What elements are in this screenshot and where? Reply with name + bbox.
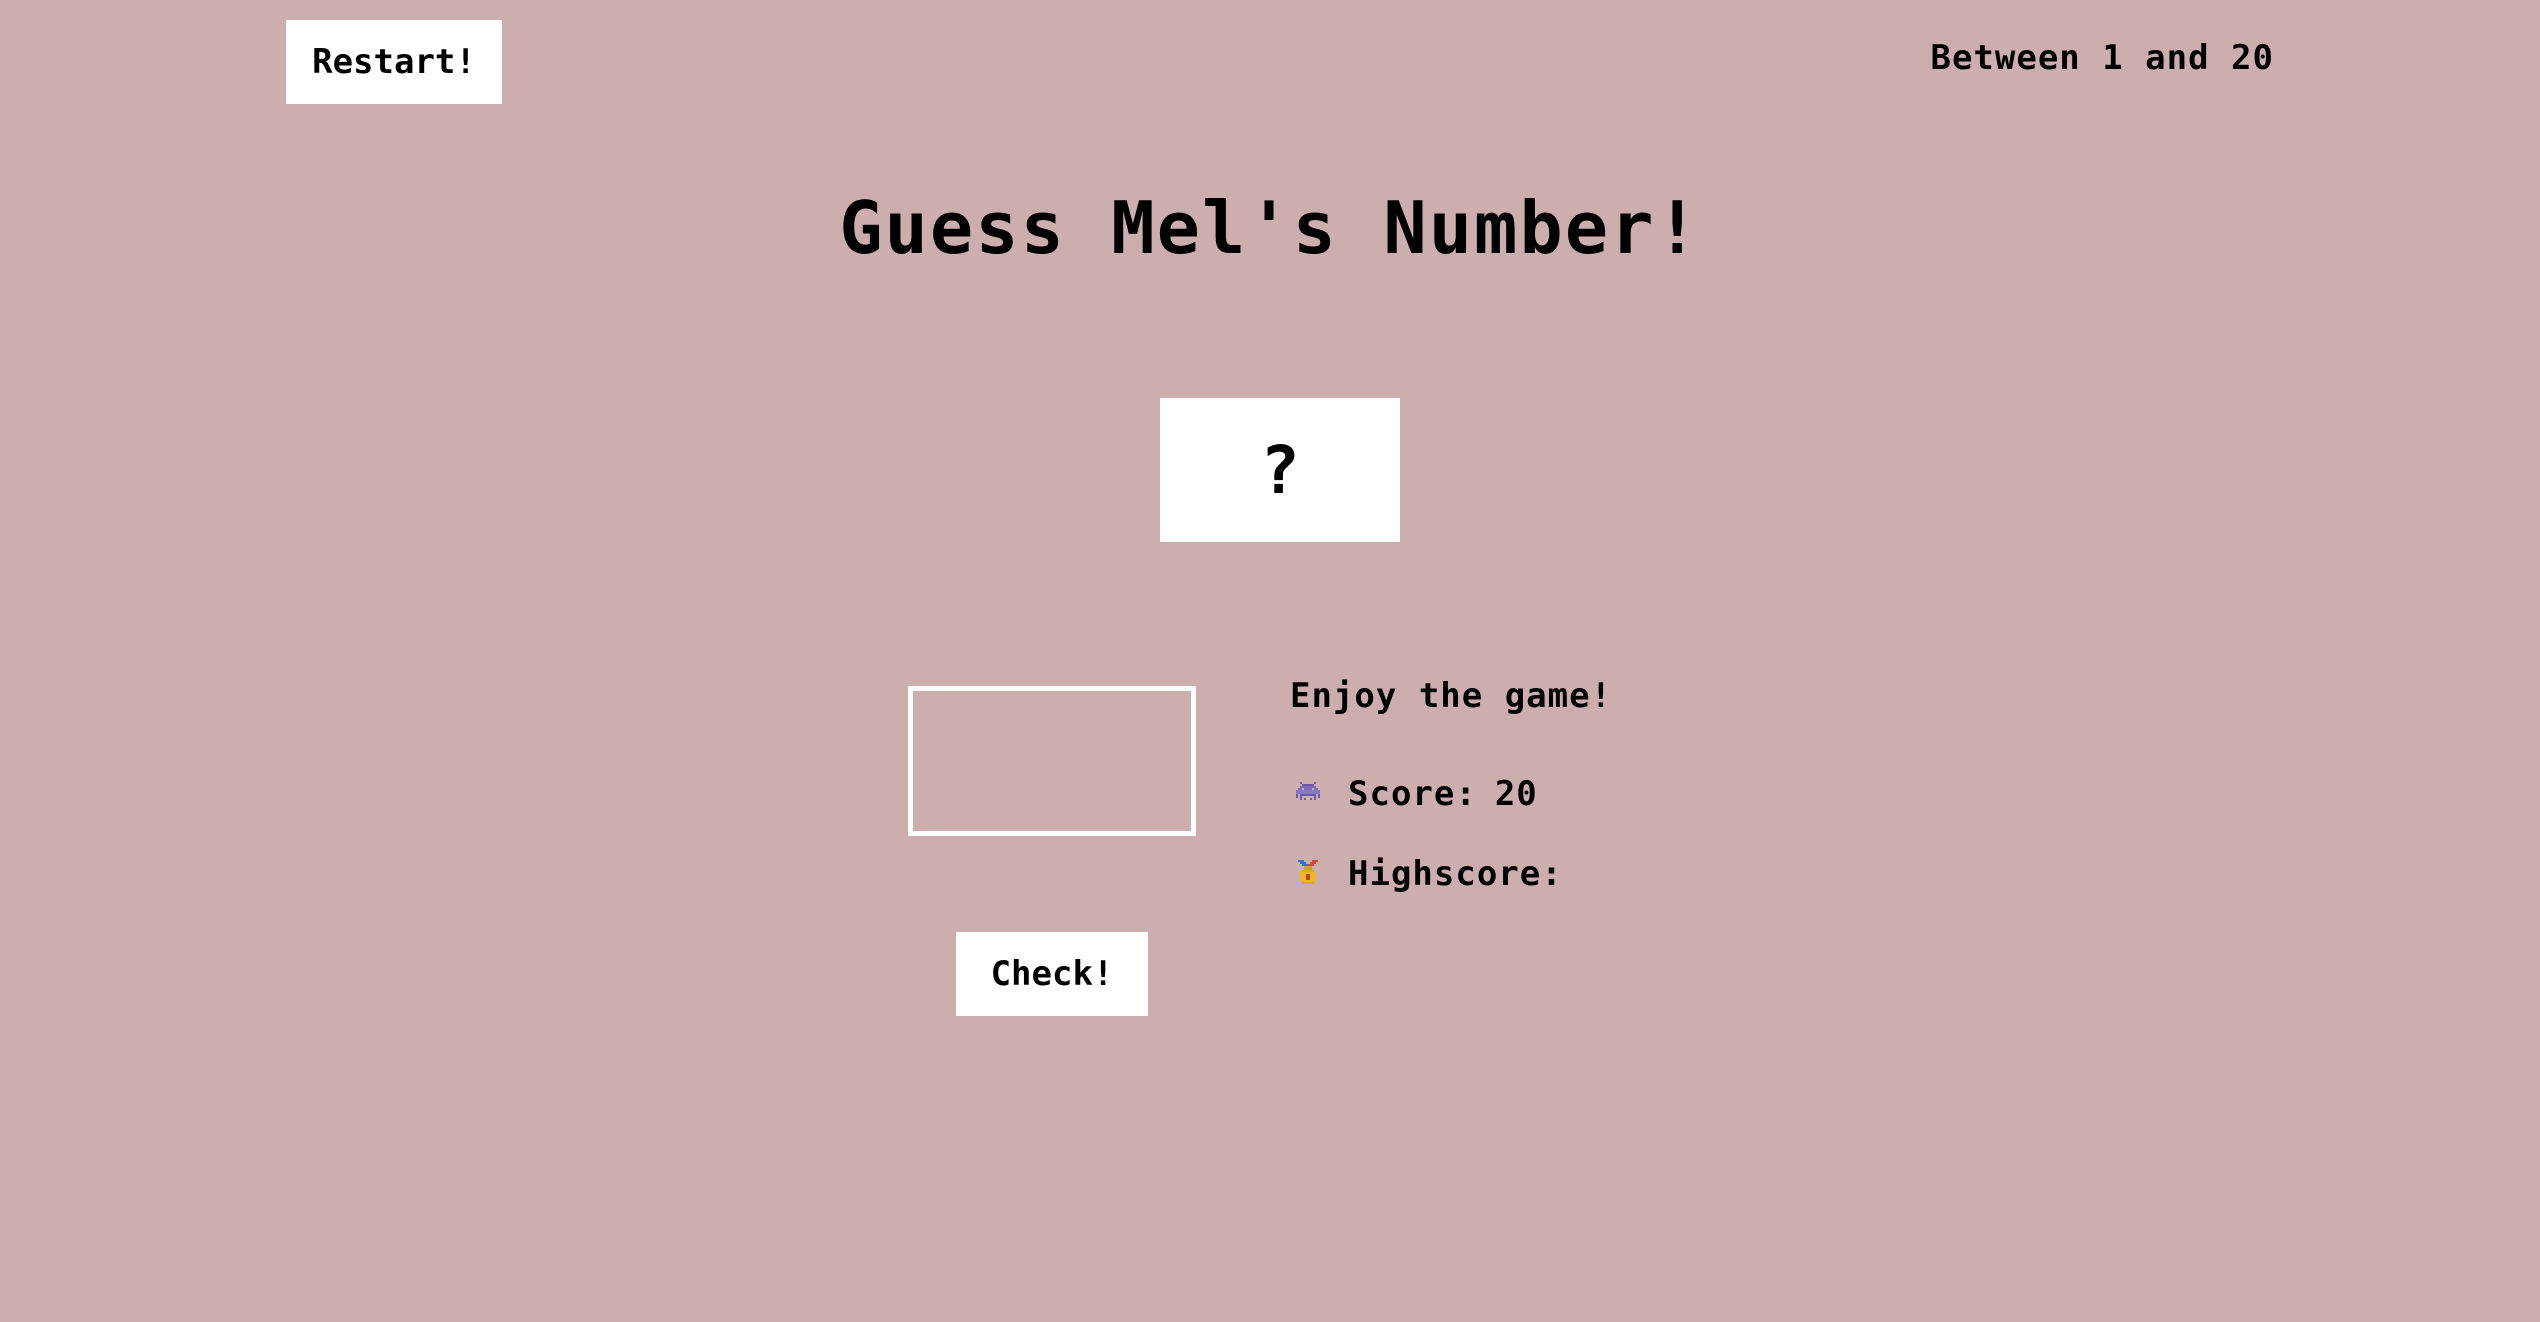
secret-number: ? xyxy=(1260,431,1300,509)
restart-button[interactable]: Restart! xyxy=(286,20,502,104)
secret-number-box: ? xyxy=(1160,398,1400,542)
medal-icon xyxy=(1290,856,1326,892)
score-value: 20 xyxy=(1494,774,1538,814)
score-row: Score: 20 xyxy=(1290,774,1538,814)
status-message: Enjoy the game! xyxy=(1290,676,1613,716)
highscore-label: Highscore: xyxy=(1348,854,1563,894)
page-title: Guess Mel's Number! xyxy=(839,186,1701,270)
range-hint: Between 1 and 20 xyxy=(1930,38,2274,78)
guess-input[interactable] xyxy=(908,686,1196,836)
highscore-row: Highscore: xyxy=(1290,854,1581,894)
alien-monster-icon xyxy=(1290,776,1326,812)
check-button[interactable]: Check! xyxy=(956,932,1148,1016)
score-label: Score: xyxy=(1348,774,1477,814)
